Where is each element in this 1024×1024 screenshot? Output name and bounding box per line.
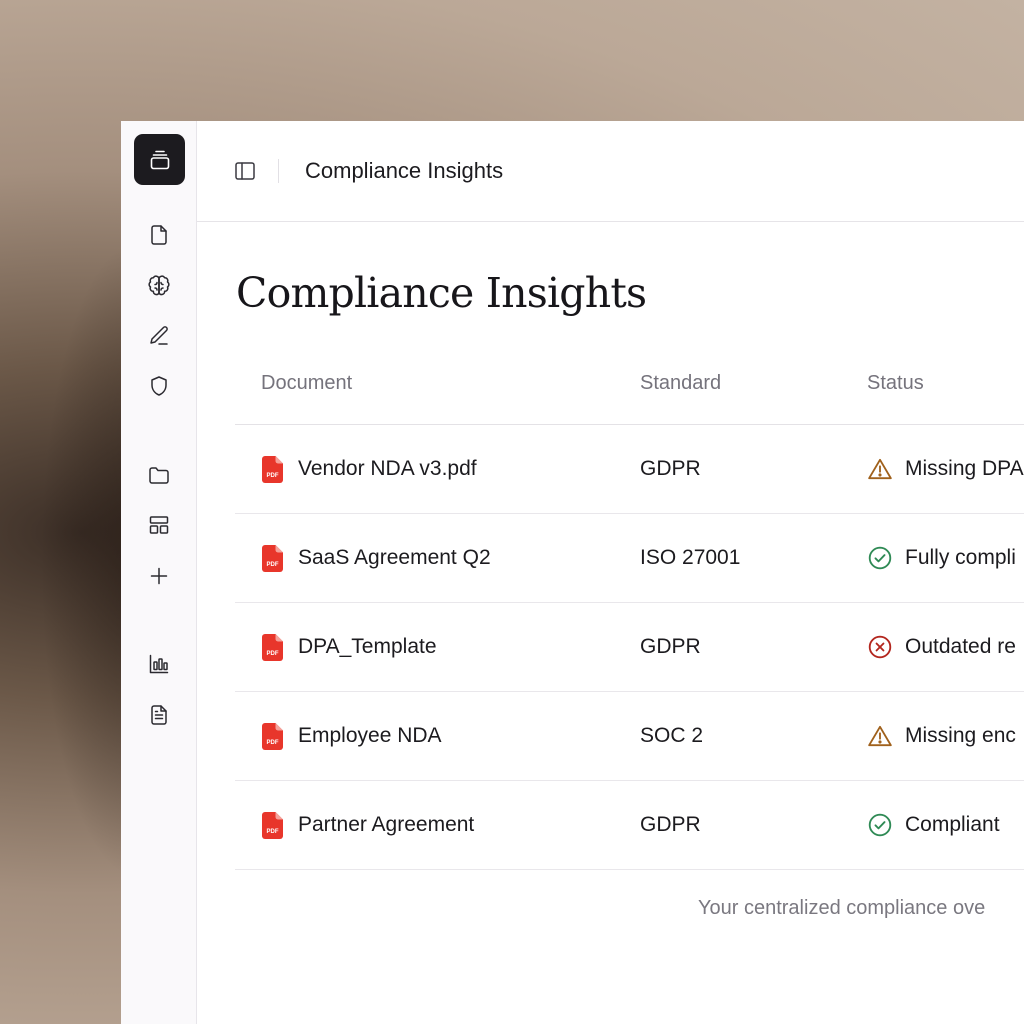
document-icon xyxy=(151,225,167,245)
top-bar: Compliance Insights xyxy=(197,121,1024,222)
standard-name: ISO 27001 xyxy=(640,546,741,569)
column-header-status[interactable]: Status xyxy=(867,372,924,395)
brain-icon xyxy=(148,275,170,296)
sidebar-item-edit[interactable] xyxy=(143,320,175,352)
status-text: Outdated re xyxy=(905,635,1016,658)
pdf-file-icon: PDF xyxy=(262,811,283,839)
pdf-file-icon: PDF xyxy=(262,722,283,750)
pdf-badge-text: PDF xyxy=(267,651,279,657)
document-name[interactable]: Vendor NDA v3.pdf xyxy=(298,457,477,481)
standard-name: GDPR xyxy=(640,457,701,480)
sidebar-item-folders[interactable] xyxy=(143,459,175,491)
layout-icon xyxy=(149,516,169,534)
app-logo[interactable] xyxy=(134,134,185,185)
status-cell: Missing enc xyxy=(867,692,1016,780)
standard-name: SOC 2 xyxy=(640,724,704,747)
standard-cell: ISO 27001 xyxy=(640,514,740,602)
column-header-document[interactable]: Document xyxy=(261,372,352,395)
status-cell: Outdated re xyxy=(867,603,1016,691)
pdf-file-icon: PDF xyxy=(262,544,283,572)
folder-icon xyxy=(149,467,169,484)
plus-icon xyxy=(150,567,168,585)
app-window: Compliance Insights Compliance Insights … xyxy=(121,121,1024,1024)
warning-icon xyxy=(868,458,892,480)
sidebar-item-analytics[interactable] xyxy=(143,648,175,680)
file-text-icon xyxy=(151,705,167,725)
header-title: Compliance Insights xyxy=(305,158,504,183)
standard-cell: GDPR xyxy=(640,781,701,869)
pdf-badge-text: PDF xyxy=(267,740,279,746)
sidebar-item-templates[interactable] xyxy=(143,509,175,541)
error-circle-icon xyxy=(868,635,892,659)
table-body: PDF Vendor NDA v3.pdf GDPR Missing DPA PDF Sa… xyxy=(235,425,1024,870)
stack-logo-icon xyxy=(150,150,169,169)
header-divider xyxy=(278,159,279,183)
sidebar-item-security[interactable] xyxy=(143,370,175,402)
panel-left-icon xyxy=(235,162,255,180)
pdf-badge-text: PDF xyxy=(267,829,279,835)
shield-icon xyxy=(151,376,167,396)
pdf-badge-text: PDF xyxy=(267,562,279,568)
table-row[interactable]: PDF DPA_Template GDPR Outdated re xyxy=(235,603,1024,692)
status-text: Missing enc xyxy=(905,724,1016,747)
standard-cell: GDPR xyxy=(640,425,701,513)
standard-cell: SOC 2 xyxy=(640,692,703,780)
sidebar-item-ai[interactable] xyxy=(143,270,175,302)
sidebar-item-documents[interactable] xyxy=(143,219,175,251)
document-cell: PDF Partner Agreement xyxy=(262,781,474,869)
column-header-standard[interactable]: Standard xyxy=(640,372,721,395)
icon-sidebar xyxy=(121,121,197,1024)
document-cell: PDF SaaS Agreement Q2 xyxy=(262,514,491,602)
pencil-icon xyxy=(150,326,168,345)
check-circle-icon xyxy=(868,813,892,837)
document-name[interactable]: SaaS Agreement Q2 xyxy=(298,546,491,570)
sidebar-item-reports[interactable] xyxy=(143,699,175,731)
document-name[interactable]: Partner Agreement xyxy=(298,813,474,837)
document-name[interactable]: DPA_Template xyxy=(298,635,437,659)
status-text: Missing DPA xyxy=(905,457,1024,480)
document-name[interactable]: Employee NDA xyxy=(298,724,442,748)
pdf-file-icon: PDF xyxy=(262,455,283,483)
table-row[interactable]: PDF Vendor NDA v3.pdf GDPR Missing DPA xyxy=(235,425,1024,514)
footer-text: Your centralized compliance ove xyxy=(698,897,986,919)
document-cell: PDF DPA_Template xyxy=(262,603,437,691)
document-cell: PDF Vendor NDA v3.pdf xyxy=(262,425,477,513)
sidebar-item-add[interactable] xyxy=(143,560,175,592)
sidebar-toggle-button[interactable] xyxy=(232,158,258,184)
table-row[interactable]: PDF Employee NDA SOC 2 Missing enc xyxy=(235,692,1024,781)
status-text: Compliant xyxy=(905,813,1000,836)
status-cell: Fully compli xyxy=(867,514,1016,602)
standard-name: GDPR xyxy=(640,813,701,836)
warning-icon xyxy=(868,725,892,747)
table-header: Document Standard Status xyxy=(235,361,1024,425)
bar-chart-icon xyxy=(149,654,169,674)
page-title: Compliance Insights xyxy=(236,269,647,317)
table-row[interactable]: PDF Partner Agreement GDPR Compliant xyxy=(235,781,1024,870)
status-text: Fully compli xyxy=(905,546,1016,569)
standard-name: GDPR xyxy=(640,635,701,658)
compliance-table: Document Standard Status PDF Vendor NDA v… xyxy=(235,361,1024,870)
check-circle-icon xyxy=(868,546,892,570)
pdf-file-icon: PDF xyxy=(262,633,283,661)
document-cell: PDF Employee NDA xyxy=(262,692,442,780)
table-row[interactable]: PDF SaaS Agreement Q2 ISO 27001 Fully compl… xyxy=(235,514,1024,603)
standard-cell: GDPR xyxy=(640,603,701,691)
status-cell: Compliant xyxy=(867,781,1000,869)
pdf-badge-text: PDF xyxy=(267,473,279,479)
status-cell: Missing DPA xyxy=(867,425,1024,513)
